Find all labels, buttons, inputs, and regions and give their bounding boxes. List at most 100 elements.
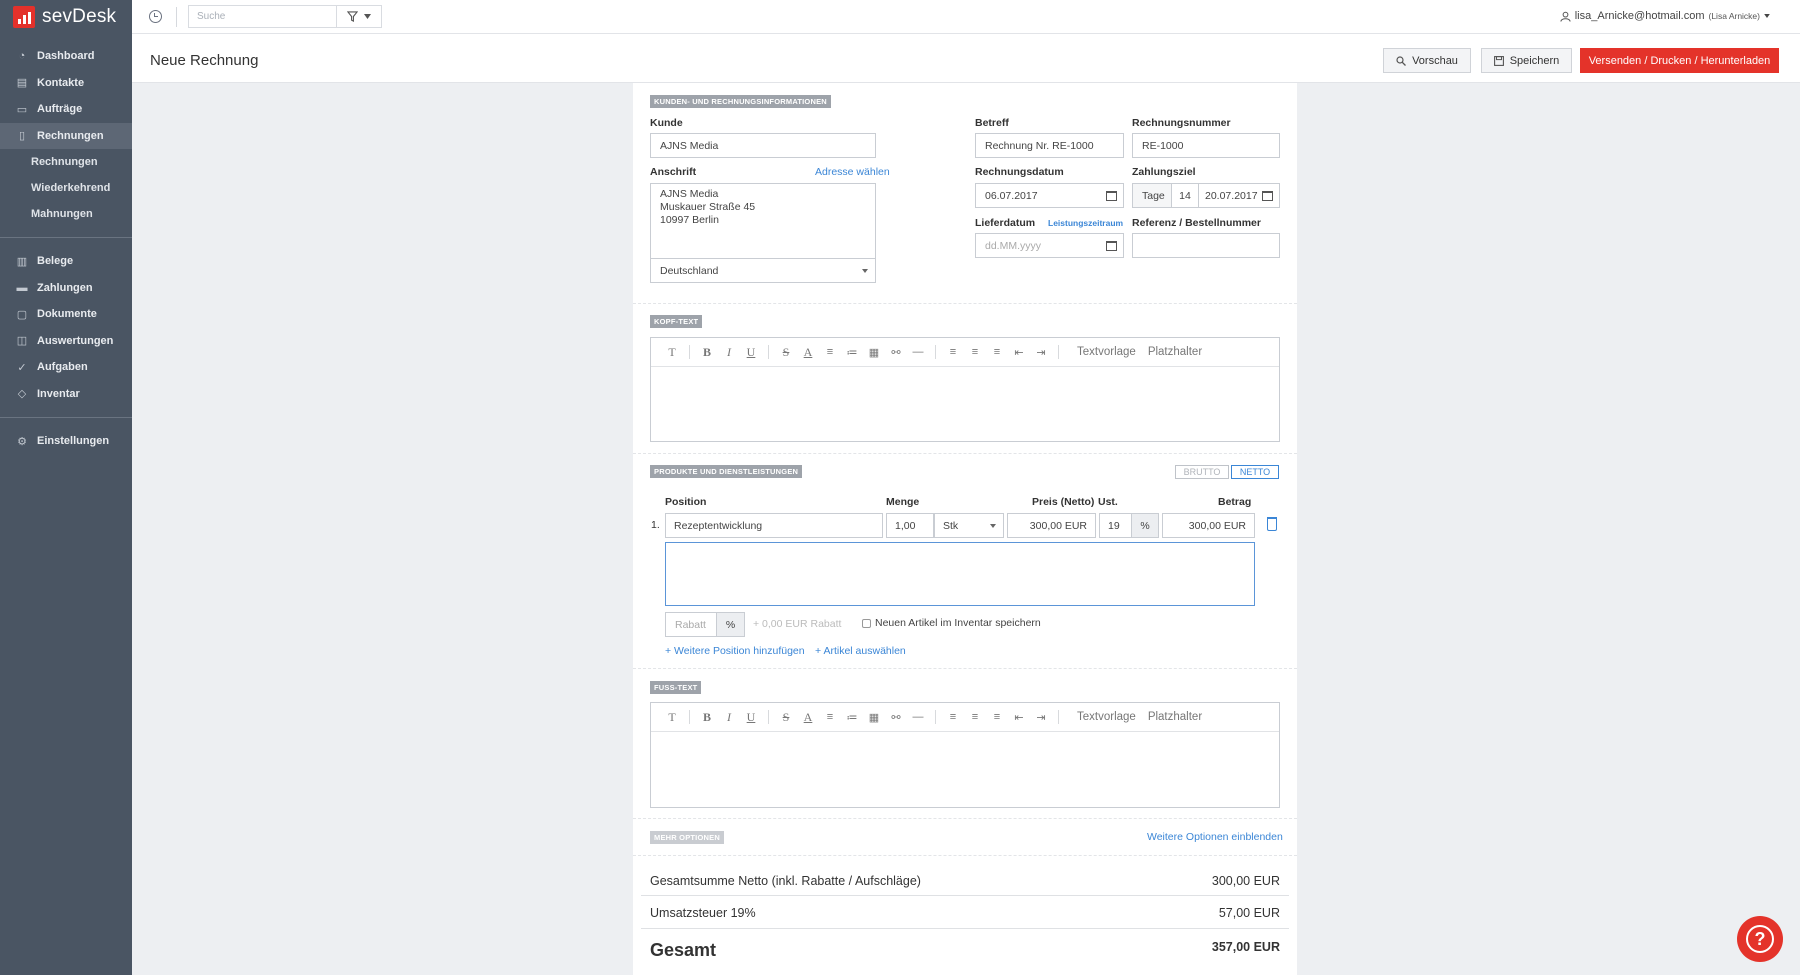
add-position-link[interactable]: + Weitere Position hinzufügen (665, 645, 805, 657)
textvorlage-button[interactable]: Textvorlage (1077, 346, 1136, 358)
toolbar-divider (1058, 345, 1059, 359)
section-header-more-options: MEHR OPTIONEN (650, 831, 724, 844)
filter-button[interactable] (336, 5, 382, 28)
sidebar-subitem-rechnungen[interactable]: Rechnungen (0, 149, 132, 175)
country-select[interactable]: Deutschland (650, 258, 876, 283)
lieferdatum-label: Lieferdatum (975, 217, 1036, 229)
zahlungsziel-date-input[interactable]: 20.07.2017 (1198, 183, 1280, 208)
strikethrough-icon[interactable]: S (775, 710, 797, 725)
betreff-input[interactable]: Rechnung Nr. RE-1000 (975, 133, 1124, 158)
underline-icon[interactable]: U (740, 710, 762, 725)
anschrift-textarea[interactable]: AJNS Media Muskauer Straße 45 10997 Berl… (650, 183, 876, 260)
lieferdatum-input[interactable]: dd.MM.yyyy (975, 233, 1124, 258)
align-right-icon[interactable]: ≡ (986, 711, 1008, 723)
unit-select[interactable]: Stk (934, 513, 1004, 538)
sidebar-item-auswertungen[interactable]: ◫ Auswertungen (0, 328, 132, 355)
sidebar-item-rechnungen[interactable]: ▯ Rechnungen (0, 122, 132, 149)
sidebar-item-belege[interactable]: ▥ Belege (0, 248, 132, 275)
select-article-link[interactable]: + Artikel auswählen (815, 645, 906, 657)
sidebar-item-dokumente[interactable]: ▢ Dokumente (0, 301, 132, 328)
bullet-list-icon[interactable]: ≔ (841, 346, 863, 359)
text-color-icon[interactable]: A (797, 710, 819, 725)
platzhalter-button[interactable]: Platzhalter (1148, 711, 1202, 723)
save-inventory-checkbox-row[interactable]: Neuen Artikel im Inventar speichern (862, 617, 1041, 629)
sidebar-item-label: Inventar (37, 387, 80, 400)
save-inventory-checkbox[interactable] (862, 618, 871, 628)
calendar-icon[interactable] (1106, 191, 1117, 201)
text-color-icon[interactable]: A (797, 345, 819, 360)
clock-icon[interactable] (149, 10, 162, 23)
user-menu[interactable]: lisa_Arnicke@hotmail.com (Lisa Arnicke) (1560, 10, 1770, 22)
calendar-icon[interactable] (1106, 241, 1117, 251)
position-input[interactable]: Rezeptentwicklung (665, 513, 883, 538)
align-center-icon[interactable]: ≡ (964, 346, 986, 358)
fuss-text-editor[interactable]: T B I U S A ≡ ≔ ▦ ⚯ — ≡ ≡ ≡ ⇤ ⇥ Textvorl… (650, 702, 1280, 808)
netto-toggle[interactable]: NETTO (1231, 465, 1279, 479)
sidebar-item-label: Zahlungen (37, 281, 93, 294)
calendar-icon[interactable] (1262, 191, 1273, 201)
trash-icon[interactable] (1267, 517, 1277, 531)
logo[interactable]: sevDesk (0, 0, 132, 34)
table-icon[interactable]: ▦ (863, 346, 885, 359)
sidebar-item-inventar[interactable]: ◇ Inventar (0, 381, 132, 408)
ordered-list-icon[interactable]: ≡ (819, 346, 841, 358)
link-icon[interactable]: ⚯ (885, 346, 907, 359)
adresse-waehlen-link[interactable]: Adresse wählen (815, 166, 890, 178)
bullet-list-icon[interactable]: ≔ (841, 711, 863, 724)
menge-input[interactable]: 1,00 (886, 513, 934, 538)
sidebar-subitem-mahnungen[interactable]: Mahnungen (0, 201, 132, 227)
ordered-list-icon[interactable]: ≡ (819, 711, 841, 723)
sidebar-item-label: Dokumente (37, 308, 97, 321)
align-left-icon[interactable]: ≡ (942, 346, 964, 358)
align-right-icon[interactable]: ≡ (986, 346, 1008, 358)
text-format-icon[interactable]: T (661, 345, 683, 360)
sidebar-item-aufgaben[interactable]: ✓ Aufgaben (0, 354, 132, 381)
italic-icon[interactable]: I (718, 710, 740, 725)
betrag-value: 300,00 EUR (1162, 513, 1255, 538)
bold-icon[interactable]: B (696, 345, 718, 360)
sidebar-item-einstellungen[interactable]: ⚙ Einstellungen (0, 428, 132, 455)
position-description-textarea[interactable] (665, 542, 1255, 606)
bold-icon[interactable]: B (696, 710, 718, 725)
kopf-text-editor[interactable]: T B I U S A ≡ ≔ ▦ ⚯ — ≡ ≡ ≡ ⇤ ⇥ Textvorl… (650, 337, 1280, 442)
horizontal-rule-icon[interactable]: — (907, 711, 929, 723)
align-left-icon[interactable]: ≡ (942, 711, 964, 723)
rabatt-input[interactable]: Rabatt (665, 612, 717, 637)
sidebar-item-kontakte[interactable]: ▤ Kontakte (0, 70, 132, 97)
link-icon[interactable]: ⚯ (885, 711, 907, 724)
align-center-icon[interactable]: ≡ (964, 711, 986, 723)
sidebar-item-dashboard[interactable]: ◔ Dashboard (0, 43, 132, 70)
zahlungsziel-days-input[interactable]: 14 (1171, 183, 1199, 208)
horizontal-rule-icon[interactable]: — (907, 346, 929, 358)
preis-input[interactable]: 300,00 EUR (1007, 513, 1096, 538)
referenz-input[interactable] (1132, 233, 1280, 258)
indent-icon[interactable]: ⇥ (1030, 711, 1052, 724)
textvorlage-button[interactable]: Textvorlage (1077, 711, 1136, 723)
brutto-toggle[interactable]: BRUTTO (1175, 465, 1229, 479)
file-icon: ▢ (16, 308, 28, 321)
help-button[interactable]: ? (1737, 916, 1783, 962)
table-icon[interactable]: ▦ (863, 711, 885, 724)
text-format-icon[interactable]: T (661, 710, 683, 725)
sidebar-subitem-wiederkehrend[interactable]: Wiederkehrend (0, 175, 132, 201)
leistungszeitraum-link[interactable]: Leistungszeitraum (1048, 218, 1123, 228)
platzhalter-button[interactable]: Platzhalter (1148, 346, 1202, 358)
indent-icon[interactable]: ⇥ (1030, 346, 1052, 359)
rabatt-percent-addon: % (716, 612, 745, 637)
underline-icon[interactable]: U (740, 345, 762, 360)
search-input[interactable] (188, 5, 336, 28)
italic-icon[interactable]: I (718, 345, 740, 360)
rechnungsdatum-input[interactable]: 06.07.2017 (975, 183, 1124, 208)
sidebar-item-auftraege[interactable]: ▭ Aufträge (0, 96, 132, 123)
strikethrough-icon[interactable]: S (775, 345, 797, 360)
sidebar-item-zahlungen[interactable]: ▬ Zahlungen (0, 275, 132, 302)
send-print-download-button[interactable]: Versenden / Drucken / Herunterladen (1580, 48, 1779, 73)
preview-button[interactable]: Vorschau (1383, 48, 1471, 73)
kunde-input[interactable]: AJNS Media (650, 133, 876, 158)
outdent-icon[interactable]: ⇤ (1008, 711, 1030, 724)
outdent-icon[interactable]: ⇤ (1008, 346, 1030, 359)
rechnungsnummer-input[interactable]: RE-1000 (1132, 133, 1280, 158)
save-button[interactable]: Speichern (1481, 48, 1572, 73)
ust-input[interactable]: 19 (1099, 513, 1132, 538)
more-options-link[interactable]: Weitere Optionen einblenden (1147, 831, 1283, 843)
